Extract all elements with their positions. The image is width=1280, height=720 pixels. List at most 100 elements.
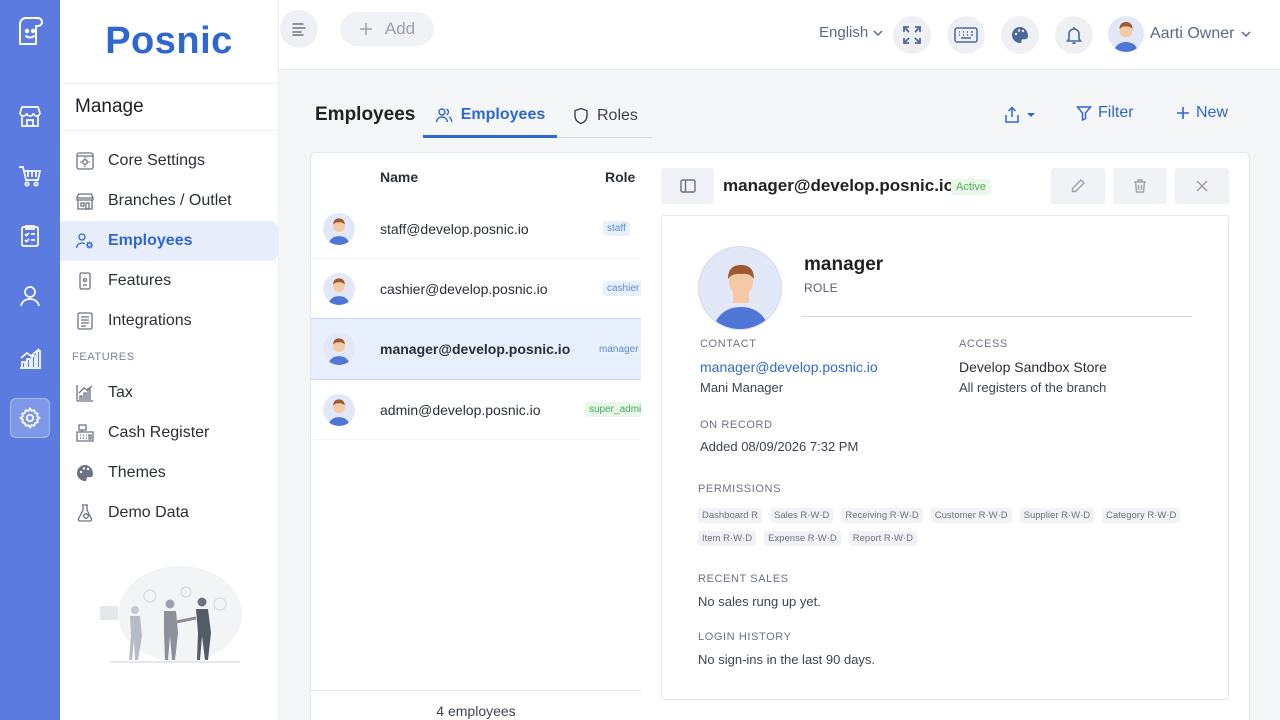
sidebar-item-label: Themes	[108, 464, 166, 481]
add-button[interactable]: Add	[340, 12, 434, 46]
access-scope: All registers of the branch	[959, 380, 1107, 395]
login-history-label: LOGIN HISTORY	[698, 631, 792, 643]
table-row[interactable]: cashier@develop.posnic.io cashier	[311, 259, 644, 319]
employees-icon	[75, 231, 95, 251]
user-menu[interactable]: Aarti Owner	[1108, 16, 1252, 52]
employee-count: 4 employees	[436, 702, 516, 719]
sidebar-item-demo-data[interactable]: Demo Data	[60, 493, 278, 533]
close-button[interactable]	[1175, 168, 1229, 204]
close-icon	[1195, 179, 1209, 193]
users-icon	[435, 106, 453, 124]
permission-chip: Dashboard R	[698, 508, 762, 523]
column-name[interactable]: Name	[380, 169, 418, 185]
permission-chip: Sales R·W·D	[769, 508, 834, 523]
sidebar-item-label: Demo Data	[108, 504, 189, 521]
recent-sales-value: No sales rung up yet.	[698, 594, 821, 609]
on-record-label: ON RECORD	[700, 419, 773, 431]
core-settings-icon	[75, 151, 95, 171]
toggle-list-button[interactable]	[661, 168, 714, 204]
employee-list: Name Role staff@develop.posnic.io staff …	[311, 153, 651, 720]
plus-icon	[359, 22, 373, 36]
employee-role-label: ROLE	[804, 281, 838, 295]
login-history-value: No sign-ins in the last 90 days.	[698, 652, 876, 667]
column-role[interactable]: Role	[605, 169, 635, 185]
detail-toolbar: manager@develop.posnic.io Active	[661, 168, 1231, 204]
bar-chart-icon[interactable]	[10, 338, 50, 378]
user-name: Aarti Owner	[1150, 25, 1235, 42]
permissions-label: PERMISSIONS	[698, 483, 782, 495]
app-logo-icon[interactable]	[10, 12, 50, 52]
notifications-button[interactable]	[1055, 16, 1093, 54]
edit-button[interactable]	[1051, 168, 1105, 204]
contact-label: CONTACT	[700, 338, 757, 350]
user-icon[interactable]	[10, 276, 50, 316]
top-bar: Add English Aarti Owner	[279, 0, 1280, 70]
sidebar-item-themes[interactable]: Themes	[60, 453, 278, 493]
employee-card: manager ROLE CONTACT manager@develop.pos…	[661, 215, 1229, 700]
caret-down-icon	[1026, 110, 1036, 120]
access-label: ACCESS	[959, 338, 1008, 350]
permission-chip: Expense R·W·D	[764, 531, 841, 546]
permission-chip: Supplier R·W·D	[1019, 508, 1095, 523]
filter-label: Filter	[1098, 104, 1134, 121]
avatar	[323, 393, 355, 426]
theme-button[interactable]	[1001, 16, 1039, 54]
recent-sales-label: RECENT SALES	[698, 573, 789, 585]
delete-button[interactable]	[1113, 168, 1167, 204]
tab-roles[interactable]: Roles	[573, 94, 638, 138]
tab-employees[interactable]: Employees	[423, 94, 557, 138]
access-store: Develop Sandbox Store	[959, 359, 1107, 375]
shield-icon	[573, 107, 589, 125]
employee-email: staff@develop.posnic.io	[380, 220, 529, 237]
settings-sidebar: Posnic Manage Core Settings Branches / O…	[60, 0, 279, 720]
content-header: Employees Employees Roles Filter New	[315, 92, 1250, 138]
filter-icon	[1076, 105, 1092, 121]
avatar	[323, 333, 355, 365]
chevron-down-icon	[1240, 28, 1252, 40]
avatar	[323, 212, 355, 245]
status-badge: Active	[951, 179, 991, 195]
table-row[interactable]: staff@develop.posnic.io staff	[311, 199, 641, 259]
team-illustration	[90, 566, 250, 672]
chevron-down-icon	[872, 27, 884, 39]
tab-label: Roles	[597, 107, 638, 124]
permission-chip: Item R·W·D	[698, 531, 757, 546]
role-badge: staff	[603, 221, 630, 236]
keyboard-shortcuts-button[interactable]	[947, 16, 985, 54]
sidebar-item-label: Integrations	[108, 312, 192, 329]
bell-icon	[1064, 25, 1084, 45]
sidebar-item-branches[interactable]: Branches / Outlet	[60, 181, 278, 221]
clipboard-list-icon[interactable]	[10, 216, 50, 256]
table-row[interactable]: admin@develop.posnic.io super_admin	[311, 380, 651, 440]
share-icon	[1004, 106, 1020, 124]
export-button[interactable]	[1004, 106, 1036, 124]
sidebar-item-cash-register[interactable]: Cash Register	[60, 413, 278, 453]
list-footer: 4 employees	[311, 690, 641, 720]
avatar	[323, 272, 355, 305]
new-button[interactable]: New	[1176, 104, 1228, 122]
permission-chip: Category R·W·D	[1102, 508, 1181, 523]
cart-icon[interactable]	[10, 156, 50, 196]
plus-icon	[1176, 106, 1190, 120]
palette-icon	[1010, 25, 1030, 45]
language-selector[interactable]: English	[819, 24, 884, 41]
fullscreen-button[interactable]	[893, 16, 931, 54]
icon-rail	[0, 0, 60, 720]
divider	[802, 316, 1192, 317]
user-avatar	[1108, 16, 1144, 52]
sidebar-item-features[interactable]: Features	[60, 261, 278, 301]
brand-logo[interactable]: Posnic	[60, 0, 278, 84]
sidebar-item-label: Employees	[108, 232, 193, 249]
table-row-selected[interactable]: manager@develop.posnic.io manager	[311, 318, 643, 380]
filter-button[interactable]: Filter	[1076, 104, 1134, 122]
sidebar-item-employees[interactable]: Employees	[60, 221, 278, 261]
detail-title: manager@develop.posnic.io	[723, 176, 955, 195]
toggle-sidebar-button[interactable]	[280, 10, 318, 48]
sidebar-item-integrations[interactable]: Integrations	[60, 301, 278, 341]
store-icon[interactable]	[10, 96, 50, 136]
contact-email-link[interactable]: manager@develop.posnic.io	[700, 359, 878, 375]
sidebar-section-label: FEATURES	[72, 351, 135, 363]
settings-gear-icon[interactable]	[10, 398, 50, 438]
sidebar-item-core-settings[interactable]: Core Settings	[60, 141, 278, 181]
sidebar-item-tax[interactable]: Tax	[60, 373, 278, 413]
